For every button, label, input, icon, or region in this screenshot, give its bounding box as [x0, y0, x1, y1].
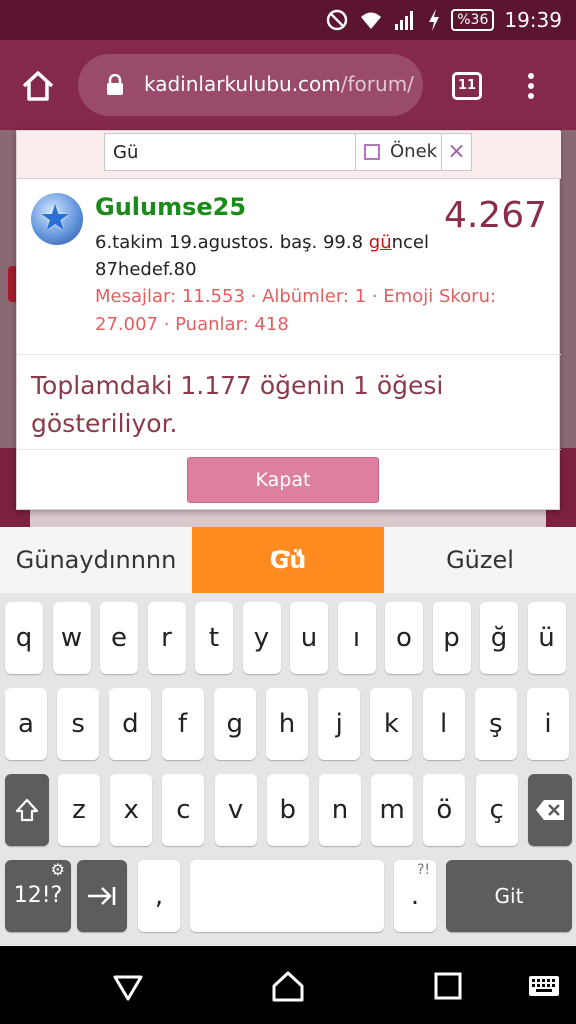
status-text-pre: 6.takim 19.agustos. baş. 99.8: [95, 232, 369, 253]
user-stats: Mesajlar: 11.553 · Albümler: 1 · Emoji S…: [95, 286, 497, 335]
url-host: kadinlarkulubu.com: [144, 72, 341, 96]
symbols-key[interactable]: 12!? ⚙: [5, 860, 71, 932]
more-suggestions-dots: •••: [269, 545, 307, 564]
backspace-key[interactable]: [528, 774, 572, 846]
home-nav-icon[interactable]: [270, 968, 306, 1004]
charging-icon: [429, 9, 440, 31]
period-key-sub: ?!: [416, 862, 430, 878]
backspace-icon: [536, 800, 564, 820]
clock: 19:39: [504, 8, 562, 32]
result-item[interactable]: ★ Gulumse25 4.267 6.takim 19.agustos. ba…: [17, 179, 561, 355]
key-k[interactable]: k: [370, 688, 413, 760]
prefix-checkbox[interactable]: [364, 144, 380, 160]
key-v[interactable]: v: [214, 774, 257, 846]
username-link[interactable]: Gulumse25: [95, 193, 246, 221]
browser-toolbar: kadinlarkulubu.com/forum/ 11: [0, 40, 576, 130]
key-t[interactable]: t: [195, 602, 233, 674]
search-row: Önek ×: [17, 131, 561, 179]
tab-switcher-button[interactable]: 11: [452, 72, 482, 100]
results-summary: Toplamdaki 1.177 öğenin 1 öğesi gösteril…: [31, 371, 444, 438]
space-key[interactable]: [190, 860, 384, 932]
back-icon[interactable]: [110, 968, 146, 1004]
signal-icon: [395, 11, 414, 30]
key-e[interactable]: e: [100, 602, 138, 674]
star-icon: ★: [39, 198, 72, 239]
key-w[interactable]: w: [52, 602, 91, 674]
close-button[interactable]: Kapat: [187, 457, 379, 503]
key-s[interactable]: s: [57, 688, 100, 760]
status-match-highlight: gü: [368, 232, 392, 253]
shift-icon: [15, 798, 39, 822]
suggestion-left[interactable]: Günaydınnnn: [0, 527, 192, 593]
key-i[interactable]: i: [527, 688, 569, 760]
keyboard-switch-icon[interactable]: [526, 968, 562, 1004]
key-r[interactable]: r: [147, 602, 186, 674]
key-ö[interactable]: ö: [423, 774, 466, 846]
url-text: kadinlarkulubu.com/forum/: [144, 72, 414, 96]
navigation-bar: [0, 946, 576, 1024]
avatar[interactable]: ★: [31, 193, 83, 245]
key-o[interactable]: o: [385, 602, 423, 674]
key-d[interactable]: d: [109, 688, 152, 760]
divider: [17, 449, 561, 450]
key-y[interactable]: y: [242, 602, 281, 674]
keyboard-suggestions: Günaydınnnn Gü ••• Güzel: [0, 527, 576, 593]
key-g[interactable]: g: [213, 688, 256, 760]
period-key[interactable]: . ?!: [394, 860, 436, 932]
battery-indicator: %36: [451, 9, 495, 31]
wifi-icon: [361, 12, 382, 29]
key-z[interactable]: z: [58, 774, 100, 846]
key-m[interactable]: m: [371, 774, 414, 846]
comma-key[interactable]: ,: [138, 860, 180, 932]
go-key[interactable]: Git: [446, 860, 572, 932]
prefix-option[interactable]: Önek: [356, 133, 442, 171]
key-q[interactable]: q: [5, 602, 43, 674]
clear-search-button[interactable]: ×: [442, 133, 472, 171]
key-c[interactable]: c: [162, 774, 205, 846]
key-x[interactable]: x: [110, 774, 153, 846]
url-path: /forum/: [340, 72, 414, 96]
prefix-label: Önek: [390, 141, 438, 162]
do-not-disturb-icon: [327, 9, 348, 31]
lock-icon: [107, 74, 123, 95]
key-p[interactable]: p: [432, 602, 471, 674]
suggestion-right[interactable]: Güzel: [384, 527, 576, 593]
home-icon[interactable]: [20, 68, 56, 104]
key-a[interactable]: a: [5, 688, 47, 760]
key-l[interactable]: l: [422, 688, 465, 760]
suggestion-center[interactable]: Gü •••: [192, 527, 384, 593]
on-screen-keyboard: 12!? ⚙ , . ?! Git qwertyuıopğü asdfghjklş…: [0, 593, 576, 946]
member-search-popup: Önek × ★ Gulumse25 4.267 6.takim 19.agus…: [16, 130, 561, 510]
tab-key[interactable]: [77, 860, 127, 932]
status-bar: %36 19:39: [0, 0, 576, 40]
search-input[interactable]: [104, 133, 356, 171]
shift-key[interactable]: [5, 774, 49, 846]
key-ş[interactable]: ş: [474, 688, 517, 760]
period-key-label: .: [410, 881, 420, 911]
key-ğ[interactable]: ğ: [480, 602, 518, 674]
key-f[interactable]: f: [161, 688, 204, 760]
key-ı[interactable]: ı: [337, 602, 376, 674]
user-score: 4.267: [443, 195, 547, 236]
recents-icon[interactable]: [430, 968, 466, 1004]
key-n[interactable]: n: [319, 774, 361, 846]
key-h[interactable]: h: [266, 688, 308, 760]
address-bar[interactable]: kadinlarkulubu.com/forum/: [78, 54, 423, 116]
key-b[interactable]: b: [266, 774, 309, 846]
key-u[interactable]: u: [290, 602, 328, 674]
key-ü[interactable]: ü: [527, 602, 566, 674]
settings-gear-icon: ⚙: [50, 860, 65, 879]
user-status: 6.takim 19.agustos. baş. 99.8 güncel 87h…: [95, 229, 445, 283]
key-j[interactable]: j: [318, 688, 361, 760]
overflow-menu-icon[interactable]: [522, 70, 540, 102]
tab-icon: [88, 887, 116, 905]
symbols-key-label: 12!?: [13, 883, 63, 908]
key-ç[interactable]: ç: [475, 774, 518, 846]
